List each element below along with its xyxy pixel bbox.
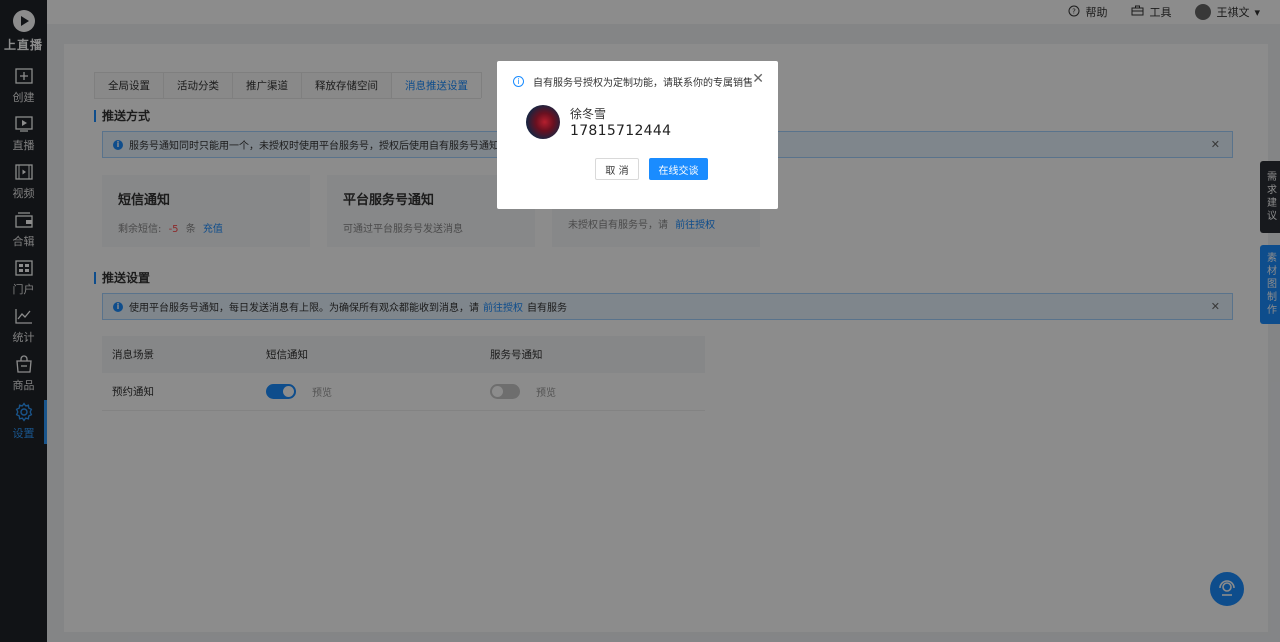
contact-sales-dialog: i 自有服务号授权为定制功能，请联系你的专属销售 ✕ 徐冬雪 178157124… [497, 61, 778, 209]
contact-avatar [526, 105, 560, 139]
close-icon[interactable]: ✕ [752, 71, 764, 87]
dialog-message: 自有服务号授权为定制功能，请联系你的专属销售 [533, 78, 753, 89]
chat-online-button[interactable]: 在线交谈 [649, 158, 708, 180]
contact-phone: 17815712444 [570, 123, 672, 139]
dialog-header: i 自有服务号授权为定制功能，请联系你的专属销售 [513, 74, 764, 89]
info-icon: i [513, 76, 524, 87]
contact-name: 徐冬雪 [570, 107, 607, 121]
cancel-button[interactable]: 取 消 [595, 158, 639, 180]
